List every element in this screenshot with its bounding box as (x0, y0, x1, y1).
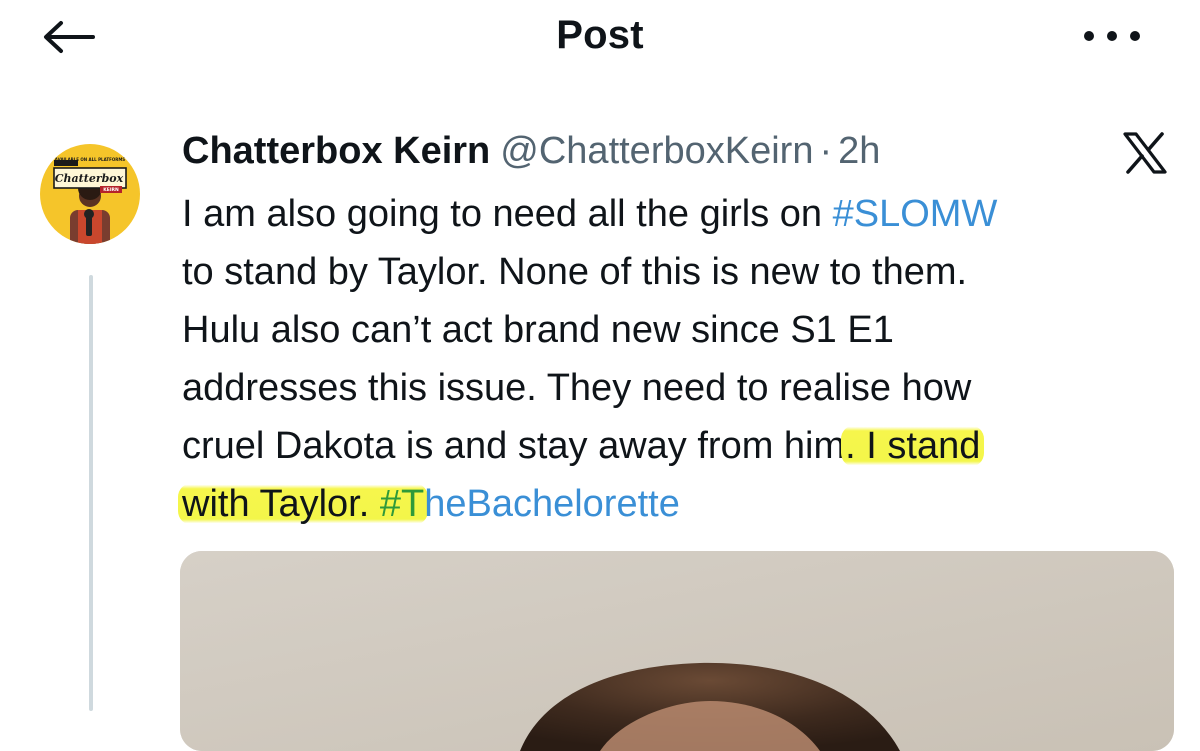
post-media-image[interactable] (180, 551, 1174, 751)
highlighted-text: with Taylor. #T (178, 483, 429, 525)
author-display-name[interactable]: Chatterbox Keirn (182, 126, 490, 176)
svg-text:AVAILABLE ON ALL PLATFORMS: AVAILABLE ON ALL PLATFORMS (55, 157, 126, 162)
arrow-left-icon (44, 21, 95, 53)
post-line: cruel Dakota is and stay away from him. … (182, 417, 1172, 475)
thread-connector-line (89, 275, 93, 711)
highlighted-text: . I stand (841, 425, 985, 467)
author-handle[interactable]: @ChatterboxKeirn (500, 126, 813, 176)
more-options-button[interactable] (1072, 14, 1152, 58)
hashtag-link[interactable]: #SLOMW (833, 193, 998, 235)
highlighted-text-plain: with Taylor. (182, 483, 380, 525)
post-line: I am also going to need all the girls on… (182, 193, 998, 235)
x-logo-icon (1116, 128, 1174, 178)
post-line: addresses this issue. They need to reali… (182, 367, 972, 409)
hashtag-link[interactable]: heBachelorette (424, 483, 680, 525)
post-timestamp[interactable]: 2h (838, 126, 880, 176)
post-line: to stand by Taylor. None of this is new … (182, 251, 968, 293)
post-line: with Taylor. #TheBachelorette (178, 475, 1172, 533)
media-photo (180, 551, 1174, 751)
more-horizontal-icon (1084, 31, 1140, 41)
separator-dot: · (819, 130, 833, 172)
svg-text:KEIRN: KEIRN (103, 187, 119, 193)
post-body-text: I am also going to need all the girls on… (178, 185, 1172, 533)
avatar[interactable]: AVAILABLE ON ALL PLATFORMS Chatterbox KE… (40, 128, 140, 260)
back-button[interactable] (36, 12, 100, 62)
svg-text:Chatterbox: Chatterbox (55, 172, 124, 185)
post-line: Hulu also can’t act brand new since S1 E… (182, 309, 894, 351)
post-header: Chatterbox Keirn @ChatterboxKeirn · 2h (182, 126, 880, 178)
page-title: Post (556, 13, 644, 57)
top-bar: Post (0, 0, 1200, 80)
avatar-image: AVAILABLE ON ALL PLATFORMS Chatterbox KE… (40, 144, 140, 244)
hashtag-link-highlighted-part[interactable]: #T (380, 483, 424, 525)
